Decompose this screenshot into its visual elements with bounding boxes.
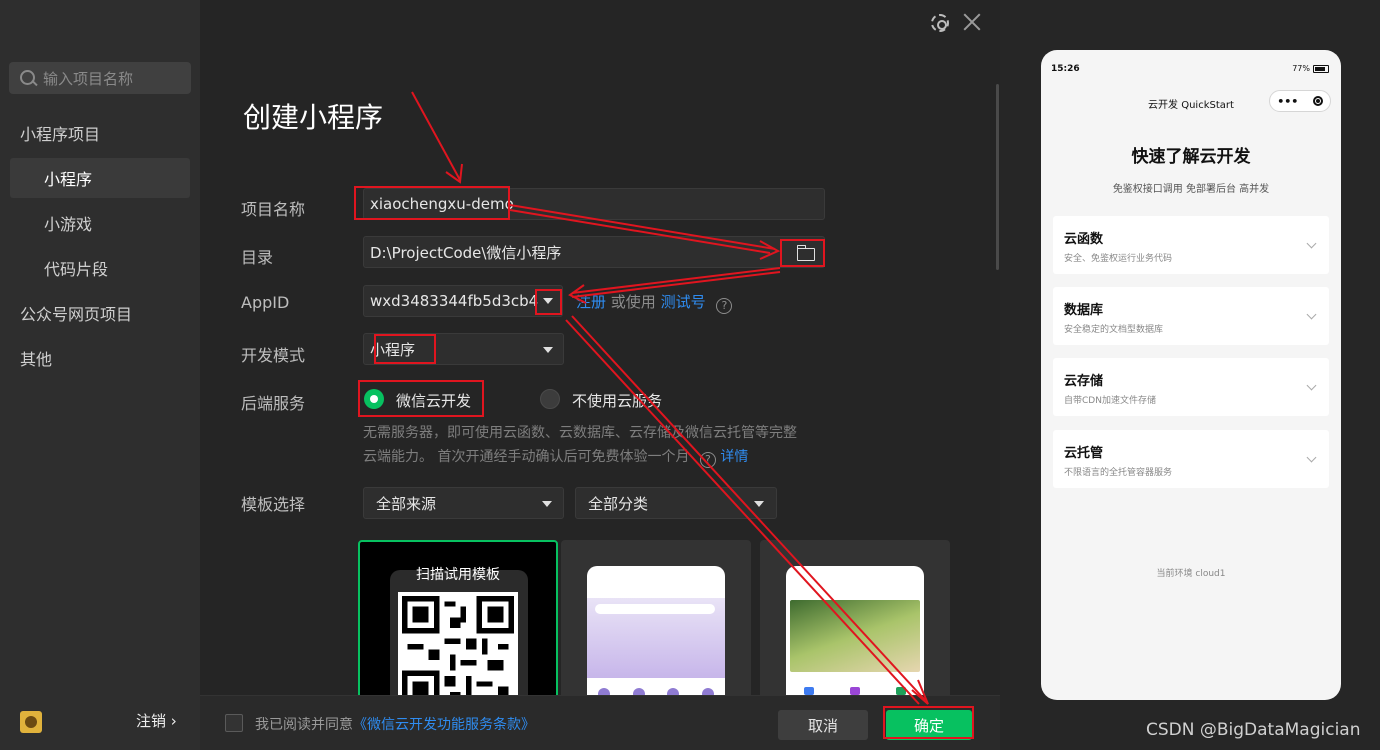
current-env: 当前环境 cloud1 — [1156, 569, 1226, 579]
appid-links: 注册 或使用 测试号 ? — [576, 291, 733, 314]
sidebar: 输入项目名称 小程序项目 小程序 小游戏 代码片段 公众号网页项目 其他 注销 … — [0, 0, 200, 750]
chevron-down-icon[interactable] — [754, 501, 764, 507]
appid-select[interactable]: wxd3483344fb5d3cb4 — [363, 285, 563, 317]
chevron-down-icon[interactable] — [542, 501, 552, 507]
chevron-down-icon — [1306, 309, 1317, 320]
search-input[interactable]: 输入项目名称 — [9, 62, 191, 94]
watermark: CSDN @BigDataMagician — [1146, 720, 1361, 740]
page-title: 创建小程序 — [243, 101, 384, 134]
preview-subtitle: 免鉴权接口调用 免部署后台 高并发 — [1112, 184, 1270, 195]
gear-icon[interactable] — [931, 14, 949, 32]
simulator-preview: 15:26 77% 云开发 QuickStart ••• 快速了解云开发 免鉴权… — [1000, 0, 1380, 750]
template-category-value: 全部分类 — [588, 494, 649, 513]
feature-card[interactable]: 云存储 自带CDN加速文件存储 — [1053, 358, 1329, 416]
status-time: 15:26 — [1051, 64, 1080, 74]
dir-label: 目录 — [241, 248, 274, 267]
appid-label: AppID — [241, 293, 290, 312]
template-source-select[interactable]: 全部来源 — [363, 487, 564, 519]
folder-icon[interactable] — [797, 245, 815, 261]
more-icon[interactable]: ••• — [1277, 95, 1298, 108]
create-project-panel: 创建小程序 项目名称 xiaochengxu-demo 目录 D:\Projec… — [200, 0, 1000, 750]
template-card-photo[interactable] — [760, 540, 950, 700]
chevron-down-icon — [1306, 452, 1317, 463]
help-icon[interactable]: ? — [716, 297, 733, 314]
template-card-guide[interactable] — [561, 540, 751, 700]
footer-bar: 我已阅读并同意《微信云开发功能服务条款》 取消 确定 — [200, 695, 1000, 750]
preview-title: 快速了解云开发 — [1131, 147, 1251, 167]
mode-value: 小程序 — [370, 340, 416, 359]
radio-wechat-cloud[interactable] — [364, 389, 384, 409]
sidebar-item-miniprogram[interactable]: 小程序 — [10, 158, 190, 198]
battery-text: 77% — [1292, 64, 1310, 73]
feature-card[interactable]: 云托管 不限语言的全托管容器服务 — [1053, 430, 1329, 488]
dir-value: D:\ProjectCode\微信小程序 — [370, 243, 562, 262]
appid-or-text: 或使用 — [610, 293, 656, 311]
template-preview-guide — [587, 566, 725, 700]
chevron-down-icon — [1306, 380, 1317, 391]
project-name-value: xiaochengxu-demo — [370, 195, 514, 213]
test-account-link[interactable]: 测试号 — [661, 293, 706, 311]
detail-link[interactable]: 详情 — [720, 449, 748, 465]
logout-button[interactable]: 注销 › — [136, 710, 177, 731]
template-preview-photo — [786, 566, 924, 700]
sidebar-item-code-snippet[interactable]: 代码片段 — [10, 248, 190, 288]
feature-desc: 不限语言的全托管容器服务 — [1064, 468, 1173, 478]
phone-preview: 15:26 77% 云开发 QuickStart ••• 快速了解云开发 免鉴权… — [1041, 50, 1341, 700]
feature-desc: 自带CDN加速文件存储 — [1064, 396, 1156, 406]
close-capsule-icon[interactable] — [1312, 96, 1323, 106]
feature-title: 云存储 — [1064, 374, 1104, 389]
avatar[interactable] — [20, 711, 42, 733]
scrollbar[interactable] — [996, 84, 999, 270]
feature-card[interactable]: 数据库 安全稳定的文档型数据库 — [1053, 287, 1329, 345]
mode-select[interactable]: 小程序 — [363, 333, 564, 365]
capsule-menu[interactable]: ••• — [1269, 90, 1331, 112]
backend-desc-text: 云端能力。 首次开通经手动确认后可免费体验一个月 — [363, 449, 690, 465]
sidebar-item-other[interactable]: 其他 — [10, 338, 190, 378]
scan-caption: 扫描试用模板 — [416, 567, 500, 583]
close-icon[interactable] — [963, 13, 981, 31]
chevron-down-icon — [1306, 238, 1317, 249]
appid-value: wxd3483344fb5d3cb4 — [370, 292, 539, 310]
search-placeholder: 输入项目名称 — [43, 69, 134, 88]
feature-card[interactable]: 云函数 安全、免鉴权运行业务代码 — [1053, 216, 1329, 274]
sidebar-item-web-project[interactable]: 公众号网页项目 — [10, 293, 190, 333]
cancel-button[interactable]: 取消 — [778, 710, 868, 740]
sidebar-item-minigame[interactable]: 小游戏 — [10, 203, 190, 243]
project-name-input[interactable]: xiaochengxu-demo — [363, 188, 825, 220]
project-name-label: 项目名称 — [241, 200, 306, 219]
chevron-down-icon[interactable] — [543, 347, 553, 353]
backend-option-none[interactable]: 不使用云服务 — [572, 390, 662, 411]
agree-checkbox[interactable] — [225, 714, 243, 732]
status-battery: 77% — [1292, 64, 1329, 73]
sidebar-item-miniprogram-project[interactable]: 小程序项目 — [10, 113, 190, 153]
terms-link[interactable]: 《微信云开发功能服务条款》 — [353, 717, 535, 733]
mode-label: 开发模式 — [241, 346, 306, 365]
battery-icon — [1313, 64, 1329, 73]
feature-title: 云托管 — [1064, 446, 1104, 461]
template-label: 模板选择 — [241, 495, 306, 514]
template-category-select[interactable]: 全部分类 — [575, 487, 777, 519]
feature-desc: 安全、免鉴权运行业务代码 — [1064, 254, 1173, 264]
template-source-value: 全部来源 — [376, 494, 437, 513]
confirm-button[interactable]: 确定 — [886, 710, 972, 740]
qr-code — [398, 592, 518, 698]
agree-label: 我已阅读并同意 — [255, 717, 353, 733]
backend-option-cloud[interactable]: 微信云开发 — [396, 390, 471, 411]
feature-title: 云函数 — [1064, 232, 1104, 247]
backend-desc-line1: 无需服务器，即可使用云函数、云数据库、云存储及微信云托管等完整 — [363, 425, 797, 441]
backend-label: 后端服务 — [241, 394, 306, 413]
feature-desc: 安全稳定的文档型数据库 — [1064, 325, 1164, 335]
radio-no-cloud[interactable] — [540, 389, 560, 409]
help-icon[interactable]: ? — [699, 451, 716, 468]
dir-input[interactable]: D:\ProjectCode\微信小程序 — [363, 236, 825, 268]
agree-text: 我已阅读并同意《微信云开发功能服务条款》 — [255, 714, 535, 734]
template-card-scan[interactable]: 扫描试用模板 — [358, 540, 558, 700]
search-icon — [17, 67, 39, 89]
backend-desc-line2: 云端能力。 首次开通经手动确认后可免费体验一个月 ? 详情 — [363, 446, 748, 468]
register-link[interactable]: 注册 — [576, 293, 606, 311]
chevron-down-icon[interactable] — [543, 298, 553, 304]
feature-title: 数据库 — [1064, 303, 1104, 318]
